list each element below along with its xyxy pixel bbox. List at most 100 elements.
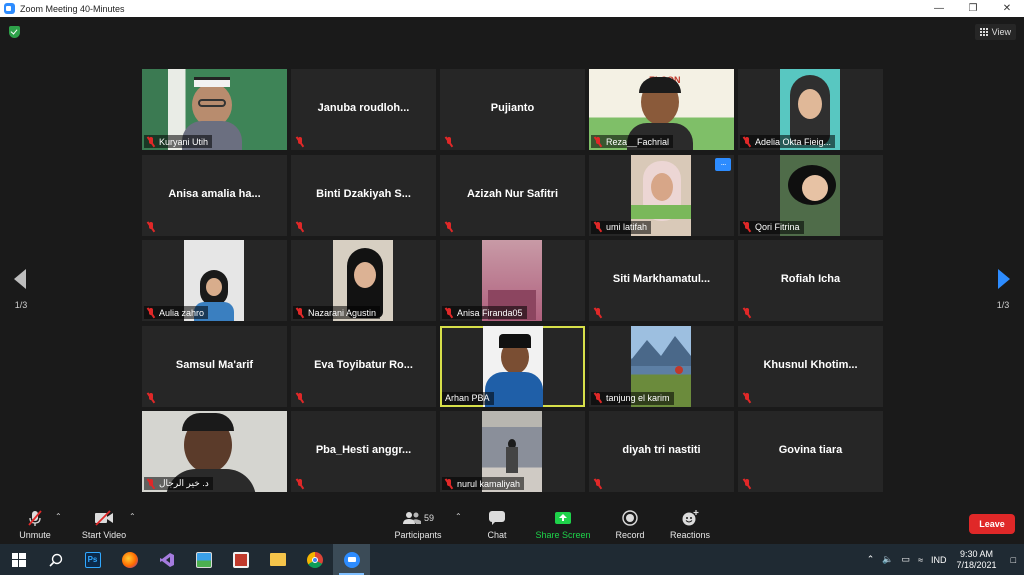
participant-label bbox=[144, 392, 159, 405]
participant-label bbox=[293, 477, 308, 490]
participant-name-center: Samsul Ma'arif bbox=[175, 358, 254, 371]
participant-tile[interactable]: Arhan PBA bbox=[440, 325, 585, 407]
participant-tile[interactable]: ELCONReza__Fachrial bbox=[589, 69, 734, 150]
participant-label bbox=[591, 477, 606, 490]
video-options-caret-icon[interactable]: ⌃ bbox=[129, 512, 136, 521]
participant-tile[interactable]: Azizah Nur Safitri bbox=[440, 154, 585, 236]
close-icon[interactable]: ✕ bbox=[990, 0, 1024, 17]
share-screen-icon bbox=[555, 512, 571, 524]
maximize-icon[interactable]: ❐ bbox=[956, 0, 990, 17]
participant-tile[interactable]: Govina tiara bbox=[738, 411, 883, 492]
participant-label: Anisa Firanda05 bbox=[442, 306, 527, 319]
participant-name-center: Rofiah Icha bbox=[780, 273, 841, 285]
minimize-icon[interactable]: — bbox=[922, 0, 956, 17]
participant-tile[interactable]: Siti Markhamatul... bbox=[589, 240, 734, 321]
microphone-muted-icon bbox=[594, 478, 602, 489]
reactions-icon bbox=[682, 510, 699, 526]
file-explorer-icon[interactable] bbox=[259, 544, 296, 575]
participant-tile[interactable]: Adelia Okta Fieig... bbox=[738, 69, 883, 150]
microphone-muted-icon bbox=[743, 393, 751, 403]
system-tray: ⌃ 🔈 ▭ ≈ IND 9:30 AM 7/18/2021 □ bbox=[863, 544, 1024, 575]
participant-label bbox=[293, 392, 308, 405]
participant-name: Anisa Firanda05 bbox=[457, 307, 523, 318]
visual-studio-icon[interactable] bbox=[148, 544, 185, 575]
participant-tile[interactable]: Binti Dzakiyah S... bbox=[291, 154, 436, 236]
participant-label bbox=[740, 392, 755, 405]
microphone-muted-icon bbox=[743, 136, 751, 147]
photoshop-icon[interactable]: Ps bbox=[74, 544, 111, 575]
participant-tile[interactable]: Qori Fitrina bbox=[738, 154, 883, 236]
reactions-button[interactable]: Reactions bbox=[655, 508, 725, 544]
participant-label bbox=[740, 306, 755, 319]
participant-label: Qori Fitrina bbox=[740, 220, 804, 234]
more-options-icon[interactable]: ··· bbox=[715, 157, 731, 171]
participant-tile[interactable]: Pujianto bbox=[440, 69, 585, 150]
next-page-icon[interactable] bbox=[996, 269, 1010, 289]
participant-tile[interactable]: Januba roudloh... bbox=[291, 69, 436, 150]
volume-icon[interactable]: 🔈 bbox=[878, 554, 897, 565]
participant-tile[interactable]: Kuryani Utih bbox=[142, 69, 287, 150]
firefox-icon[interactable] bbox=[111, 544, 148, 575]
microphone-muted-icon bbox=[147, 222, 155, 232]
shield-check-icon[interactable] bbox=[9, 26, 20, 38]
participant-tile[interactable]: Aulia zahro bbox=[142, 240, 287, 321]
participant-tile[interactable]: Rofiah Icha bbox=[738, 240, 883, 321]
microphone-muted-icon bbox=[28, 510, 42, 526]
participant-tile[interactable]: umi latifah ··· bbox=[589, 154, 734, 236]
notification-icon[interactable]: □ bbox=[1003, 555, 1024, 565]
participant-tile[interactable]: Samsul Ma'arif bbox=[142, 325, 287, 407]
search-icon[interactable] bbox=[37, 544, 74, 575]
page-indicator-right: 1/3 bbox=[996, 300, 1010, 310]
leave-button[interactable]: Leave bbox=[969, 514, 1015, 534]
participant-tile[interactable]: nurul kamaliyah bbox=[440, 411, 585, 492]
start-icon[interactable] bbox=[0, 544, 37, 575]
page-indicator-left: 1/3 bbox=[14, 300, 28, 310]
clock[interactable]: 9:30 AM 7/18/2021 bbox=[951, 549, 1003, 571]
language-indicator[interactable]: IND bbox=[927, 555, 951, 565]
chat-label: Chat bbox=[487, 530, 507, 540]
participant-name-center: diyah tri nastiti bbox=[622, 444, 701, 456]
audio-options-caret-icon[interactable]: ⌃ bbox=[55, 512, 62, 521]
participant-tile[interactable]: Eva Toyibatur Ro... bbox=[291, 325, 436, 407]
participant-label: nurul kamaliyah bbox=[442, 477, 525, 490]
participants-icon bbox=[402, 512, 421, 524]
chrome-icon[interactable] bbox=[296, 544, 333, 575]
microphone-muted-icon bbox=[445, 136, 453, 147]
media-icon[interactable] bbox=[222, 544, 259, 575]
zoom-icon[interactable] bbox=[333, 544, 370, 575]
participants-button[interactable]: 59 Participants bbox=[383, 508, 453, 544]
participant-tile[interactable]: Pba_Hesti anggr... bbox=[291, 411, 436, 492]
microphone-muted-icon bbox=[147, 307, 155, 318]
wifi-icon[interactable]: ≈ bbox=[914, 555, 927, 565]
microphone-muted-icon bbox=[594, 136, 602, 147]
image-viewer-icon[interactable] bbox=[185, 544, 222, 575]
participants-label: Participants bbox=[394, 530, 442, 540]
clock-date: 7/18/2021 bbox=[956, 559, 997, 570]
microphone-muted-icon bbox=[445, 222, 453, 232]
microphone-muted-icon bbox=[743, 478, 751, 489]
participant-tile[interactable]: Nazarani Agustin bbox=[291, 240, 436, 321]
participant-label: Reza__Fachrial bbox=[591, 135, 674, 148]
previous-page-icon[interactable] bbox=[14, 269, 28, 289]
chevron-up-icon[interactable]: ⌃ bbox=[863, 554, 879, 565]
participant-tile[interactable]: tanjung el karim bbox=[589, 325, 734, 407]
window-controls: — ❐ ✕ bbox=[922, 0, 1024, 17]
view-label: View bbox=[991, 27, 1011, 37]
participant-label: Arhan PBA bbox=[442, 391, 494, 405]
chat-button[interactable]: Chat bbox=[462, 508, 532, 544]
share-screen-button[interactable]: Share Screen bbox=[528, 508, 598, 544]
microphone-muted-icon bbox=[147, 136, 155, 147]
participants-options-caret-icon[interactable]: ⌃ bbox=[455, 512, 462, 521]
window-title: Zoom Meeting 40-Minutes bbox=[20, 3, 125, 14]
participant-tile[interactable]: Khusnul Khotim... bbox=[738, 325, 883, 407]
grid-icon bbox=[979, 28, 988, 36]
participant-tile[interactable]: د. خير الرجال bbox=[142, 411, 287, 492]
battery-icon[interactable]: ▭ bbox=[898, 554, 915, 565]
participant-tile[interactable]: Anisa Firanda05 bbox=[440, 240, 585, 321]
participant-tile[interactable]: Anisa amalia ha... bbox=[142, 154, 287, 236]
participant-label: tanjung el karim bbox=[591, 391, 674, 405]
participant-label bbox=[591, 306, 606, 319]
view-button[interactable]: View bbox=[974, 24, 1016, 40]
participant-tile[interactable]: diyah tri nastiti bbox=[589, 411, 734, 492]
microphone-muted-icon bbox=[296, 136, 304, 147]
